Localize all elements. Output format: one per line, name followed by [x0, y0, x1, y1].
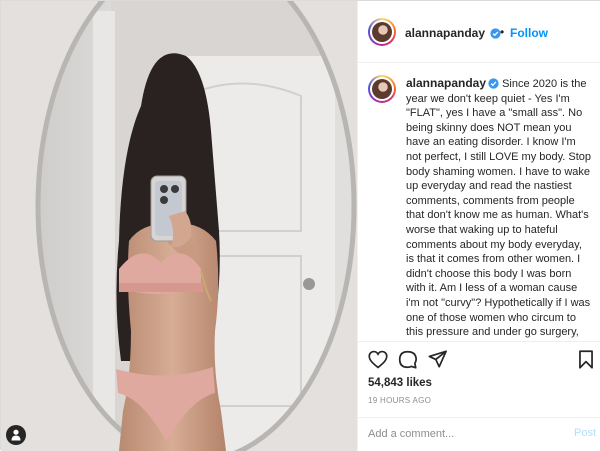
caption-username-text[interactable]: alannapanday — [406, 76, 486, 90]
caption-avatar[interactable] — [368, 75, 396, 103]
post-header: alannapanday • Follow — [358, 1, 600, 63]
post-timestamp[interactable]: 19 HOURS AGO — [368, 396, 431, 405]
share-icon[interactable] — [428, 350, 447, 368]
likes-count[interactable]: 54,843 likes — [368, 377, 432, 389]
caption-username[interactable]: alannapanday — [406, 76, 486, 90]
bookmark-icon[interactable] — [578, 350, 594, 369]
post-caption: alannapanday Since 2020 is the year we d… — [406, 76, 592, 341]
post-side-panel: alannapanday • Follow alannapanday Since… — [357, 1, 600, 451]
post-comment-button[interactable]: Post — [574, 427, 596, 439]
post-photo[interactable] — [1, 1, 357, 451]
follow-button[interactable]: Follow — [510, 26, 548, 40]
user-tag-icon — [11, 429, 21, 441]
username-text[interactable]: alannapanday — [405, 26, 485, 40]
add-comment-bar: Post — [358, 417, 600, 451]
comments-section: alannapanday Since 2020 is the year we d… — [358, 63, 600, 341]
post-actions: 54,843 likes 19 HOURS AGO — [358, 341, 600, 417]
username-link[interactable]: alannapanday — [405, 26, 502, 40]
heart-icon[interactable] — [368, 350, 388, 369]
mirror-selfie-image — [1, 1, 357, 451]
user-tags-button[interactable] — [6, 425, 26, 445]
instagram-post-modal: alannapanday • Follow alannapanday Since… — [0, 0, 600, 451]
avatar[interactable] — [368, 18, 396, 46]
caption-text: Since 2020 is the year we don't keep qui… — [406, 78, 592, 341]
separator-dot: • — [500, 25, 505, 39]
comment-icon[interactable] — [398, 350, 417, 369]
verified-badge-icon — [488, 78, 499, 89]
comment-input[interactable] — [368, 425, 558, 443]
